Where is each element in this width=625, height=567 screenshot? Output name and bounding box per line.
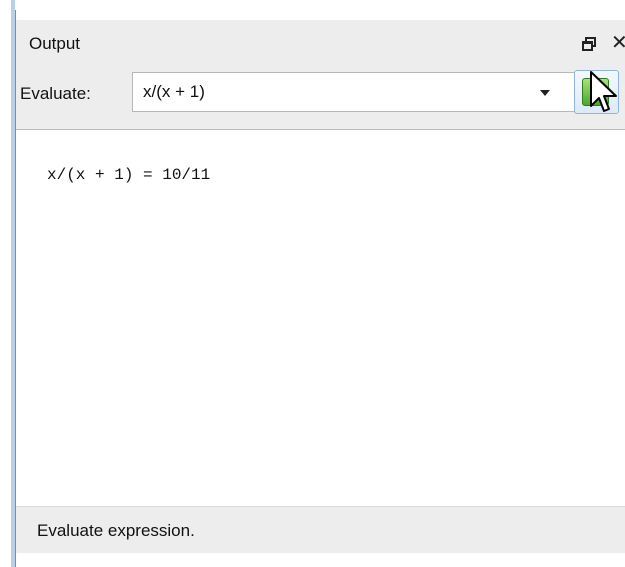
status-text: Evaluate expression. (37, 521, 195, 540)
bottom-window-edge (16, 553, 625, 567)
mouse-pointer-icon (590, 71, 617, 112)
output-result-line: x/(x + 1) = 10/11 (47, 166, 211, 184)
expression-combobox[interactable] (132, 72, 577, 112)
panel-title-bar[interactable]: Output ✕ (16, 20, 625, 64)
top-window-edge (0, 0, 625, 10)
float-window-icon[interactable] (582, 37, 596, 51)
evaluate-label: Evaluate: (20, 84, 91, 103)
expression-input[interactable] (143, 73, 523, 111)
close-icon[interactable]: ✕ (611, 30, 625, 55)
chevron-down-icon[interactable] (540, 90, 550, 96)
panel-title: Output (29, 34, 81, 53)
output-window-screenshot: Output ✕ Evaluate: ! x/(x + 1) = 10 (0, 0, 625, 567)
output-panel: Output ✕ Evaluate: ! x/(x + 1) = 10 (16, 10, 625, 567)
status-bar: Evaluate expression. (16, 506, 625, 553)
evaluate-toolbar: Evaluate: ! (16, 64, 625, 129)
output-text-area[interactable]: x/(x + 1) = 10/11 (16, 130, 625, 506)
